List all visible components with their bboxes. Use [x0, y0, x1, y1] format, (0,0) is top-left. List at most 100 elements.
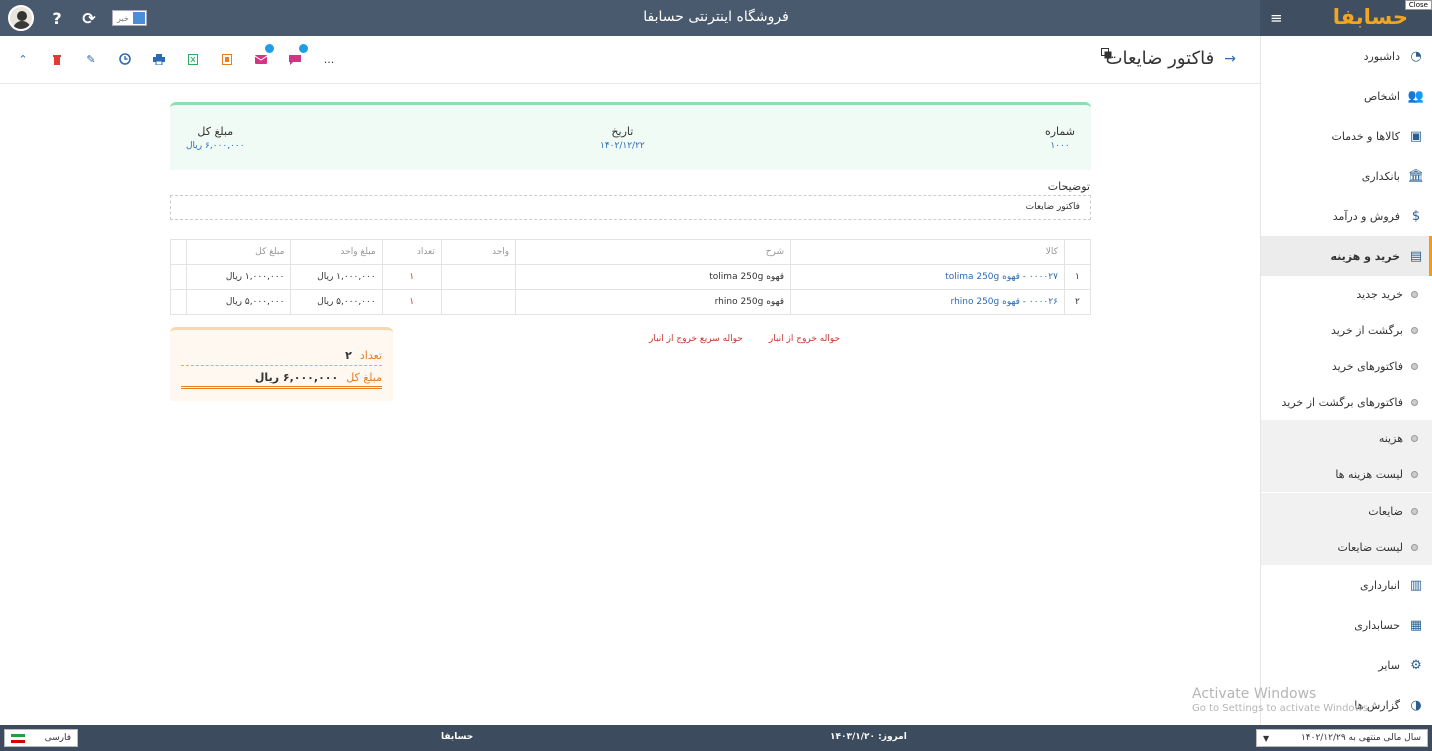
submenu-label: خرید جدید — [1356, 287, 1403, 301]
edit-icon[interactable]: ✎ — [82, 50, 100, 68]
more-icon[interactable]: ... — [320, 50, 338, 68]
submenu-purchase-return[interactable]: برگشت از خرید — [1261, 312, 1432, 348]
bullet-icon — [1411, 507, 1418, 515]
submenu-waste-list[interactable]: لیست ضایعات — [1261, 529, 1432, 565]
history-icon[interactable] — [116, 50, 134, 68]
excel-icon[interactable] — [184, 50, 202, 68]
collapse-icon[interactable]: ⌃ — [14, 50, 32, 68]
pdf-icon[interactable] — [218, 50, 236, 68]
watermark-line1: Activate Windows — [1192, 686, 1317, 702]
dashboard-icon: ◔ — [1410, 48, 1422, 64]
submenu-label: هزینه — [1378, 431, 1403, 445]
waste-submenu: ضایعات لیست ضایعات — [1261, 492, 1432, 565]
table-header-row: کالا شرح واحد تعداد مبلغ واحد مبلغ کل — [169, 239, 1092, 265]
language-label: فارسی — [44, 733, 71, 743]
submenu-purchase-invoices[interactable]: فاکتورهای خرید — [1261, 348, 1432, 384]
toolbar: ⌃ ✎ ... → فاکتور ضایعات — [0, 36, 1260, 84]
sidebar-item-sales[interactable]: $ فروش و درآمد — [1261, 196, 1432, 236]
submenu-label: برگشت از خرید — [1330, 323, 1403, 337]
sidebar-item-accounting[interactable]: ▦ حسابداری — [1261, 605, 1432, 645]
sms-icon[interactable] — [286, 44, 308, 68]
sidebar-item-label: کالاها و خدمات — [1331, 129, 1401, 143]
back-arrow-icon[interactable]: → — [1224, 51, 1236, 67]
sidebar-item-label: خرید و هزینه — [1330, 249, 1400, 263]
sidebar-item-warehouse[interactable]: ▥ انبارداری — [1261, 565, 1432, 605]
submenu-expense-list[interactable]: لیست هزینه ها — [1261, 456, 1432, 492]
number-value: ۱۰۰۰ — [1050, 141, 1070, 151]
description-box: فاکتور ضایعات — [170, 195, 1091, 220]
sidebar-item-purchases[interactable]: ▤ خرید و هزینه — [1261, 236, 1432, 276]
sidebar-item-dashboard[interactable]: ◔ داشبورد — [1261, 36, 1432, 76]
row-index: ۱ — [1063, 264, 1092, 290]
row-unit-price: ۵,۰۰۰,۰۰۰ ریال — [290, 289, 383, 315]
sidebar-item-other[interactable]: ⚙ سایر — [1261, 645, 1432, 685]
header-total: مبلغ کل — [186, 239, 292, 265]
sidebar-item-label: حسابداری — [1354, 618, 1400, 632]
print-icon[interactable] — [150, 50, 168, 68]
warehouse-icon: ▥ — [1409, 577, 1423, 593]
date-label: تاریخ — [611, 125, 634, 138]
close-tag[interactable]: Close — [1404, 0, 1432, 10]
help-icon[interactable]: ? — [48, 9, 66, 28]
header-desc: شرح — [515, 239, 792, 265]
language-selector[interactable]: فارسی — [4, 729, 78, 747]
iran-flag-icon — [11, 733, 25, 743]
refresh-icon[interactable]: ⟳ — [80, 9, 98, 28]
sidebar-item-label: سایر — [1378, 658, 1400, 672]
totals-sum-row: مبلغ کل ۶,۰۰۰,۰۰۰ ریال — [181, 369, 382, 389]
purchase-submenu: خرید جدید برگشت از خرید فاکتورهای خرید ف… — [1261, 276, 1432, 420]
sidebar-item-banking[interactable]: 🏛 بانکداری — [1261, 156, 1432, 196]
sum-label: مبلغ کل — [346, 371, 382, 384]
submenu-expense[interactable]: هزینه — [1261, 420, 1432, 456]
row-index: ۲ — [1063, 289, 1092, 315]
news-icon — [132, 12, 145, 24]
sms-badge — [299, 44, 308, 53]
quick-exit-link[interactable]: حواله سریع خروج از انبار — [649, 334, 743, 344]
box-icon: ▣ — [1409, 128, 1423, 144]
submenu-label: ضایعات — [1368, 504, 1403, 518]
wallet-icon: ▤ — [1409, 248, 1423, 264]
row-qty: ۱ — [381, 264, 442, 290]
row-item-link[interactable]: ۰۰۰۰۲۶ - قهوه rhino 250g — [790, 289, 1065, 315]
table-row[interactable]: ۲ ۰۰۰۰۲۶ - قهوه rhino 250g قهوه rhino 25… — [169, 289, 1092, 315]
delete-icon[interactable] — [48, 50, 66, 68]
total-value: ۶,۰۰۰,۰۰۰ ریال — [186, 141, 245, 151]
fiscal-year-label: سال مالی منتهی به ۱۴۰۲/۱۲/۲۹ — [1300, 733, 1421, 743]
sidebar-item-people[interactable]: 👥 اشخاص — [1261, 76, 1432, 116]
sidebar-item-products[interactable]: ▣ کالاها و خدمات — [1261, 116, 1432, 156]
bullet-icon — [1411, 470, 1418, 478]
expense-submenu: هزینه لیست هزینه ها — [1261, 420, 1432, 492]
sidebar-item-label: اشخاص — [1363, 89, 1400, 103]
header-unit: واحد — [440, 239, 517, 265]
submenu-label: لیست ضایعات — [1337, 540, 1403, 554]
toolbar-actions: ⌃ ✎ ... — [14, 44, 338, 68]
sidebar-item-label: بانکداری — [1361, 169, 1400, 183]
header-qty: تعداد — [381, 239, 442, 265]
table-row[interactable]: ۱ ۰۰۰۰۲۷ - قهوه tolima 250g قهوه tolima … — [169, 264, 1092, 290]
submenu-return-invoices[interactable]: فاکتورهای برگشت از خرید — [1261, 384, 1432, 420]
sidebar-item-label: فروش و درآمد — [1332, 209, 1400, 223]
totals-count-row: تعداد ۲ — [181, 346, 382, 366]
top-bar: فروشگاه اینترنتی حسابفا ? ⟳ خبر ≡ حسابفا… — [0, 0, 1432, 36]
warehouse-exit-link[interactable]: حواله خروج از انبار — [769, 334, 840, 344]
date-value: ۱۴۰۲/۱۲/۲۲ — [600, 141, 645, 151]
app-title: فروشگاه اینترنتی حسابفا — [643, 9, 789, 25]
hamburger-menu-icon[interactable]: ≡ — [1270, 9, 1283, 27]
fiscal-year-select[interactable]: سال مالی منتهی به ۱۴۰۲/۱۲/۲۹ ▼ — [1256, 729, 1428, 747]
submenu-label: لیست هزینه ها — [1335, 467, 1403, 481]
topbar-tools: ? ⟳ خبر — [8, 0, 147, 36]
accounting-icon: ▦ — [1409, 617, 1423, 633]
email-icon[interactable] — [252, 44, 274, 68]
total-label: مبلغ کل — [197, 125, 234, 138]
submenu-new-purchase[interactable]: خرید جدید — [1261, 276, 1432, 312]
footer-brand: حسابفا — [441, 732, 474, 742]
sidebar: ◔ داشبورد 👥 اشخاص ▣ کالاها و خدمات 🏛 بان… — [1260, 36, 1432, 725]
news-label: خبر — [117, 13, 129, 23]
reports-icon: ◑ — [1410, 697, 1422, 713]
row-item-link[interactable]: ۰۰۰۰۲۷ - قهوه tolima 250g — [790, 264, 1065, 290]
submenu-waste[interactable]: ضایعات — [1261, 493, 1432, 529]
items-table: کالا شرح واحد تعداد مبلغ واحد مبلغ کل ۱ … — [169, 239, 1092, 315]
news-button[interactable]: خبر — [112, 10, 147, 26]
user-avatar[interactable] — [8, 5, 34, 31]
description-label: توضیحات — [1047, 180, 1090, 193]
